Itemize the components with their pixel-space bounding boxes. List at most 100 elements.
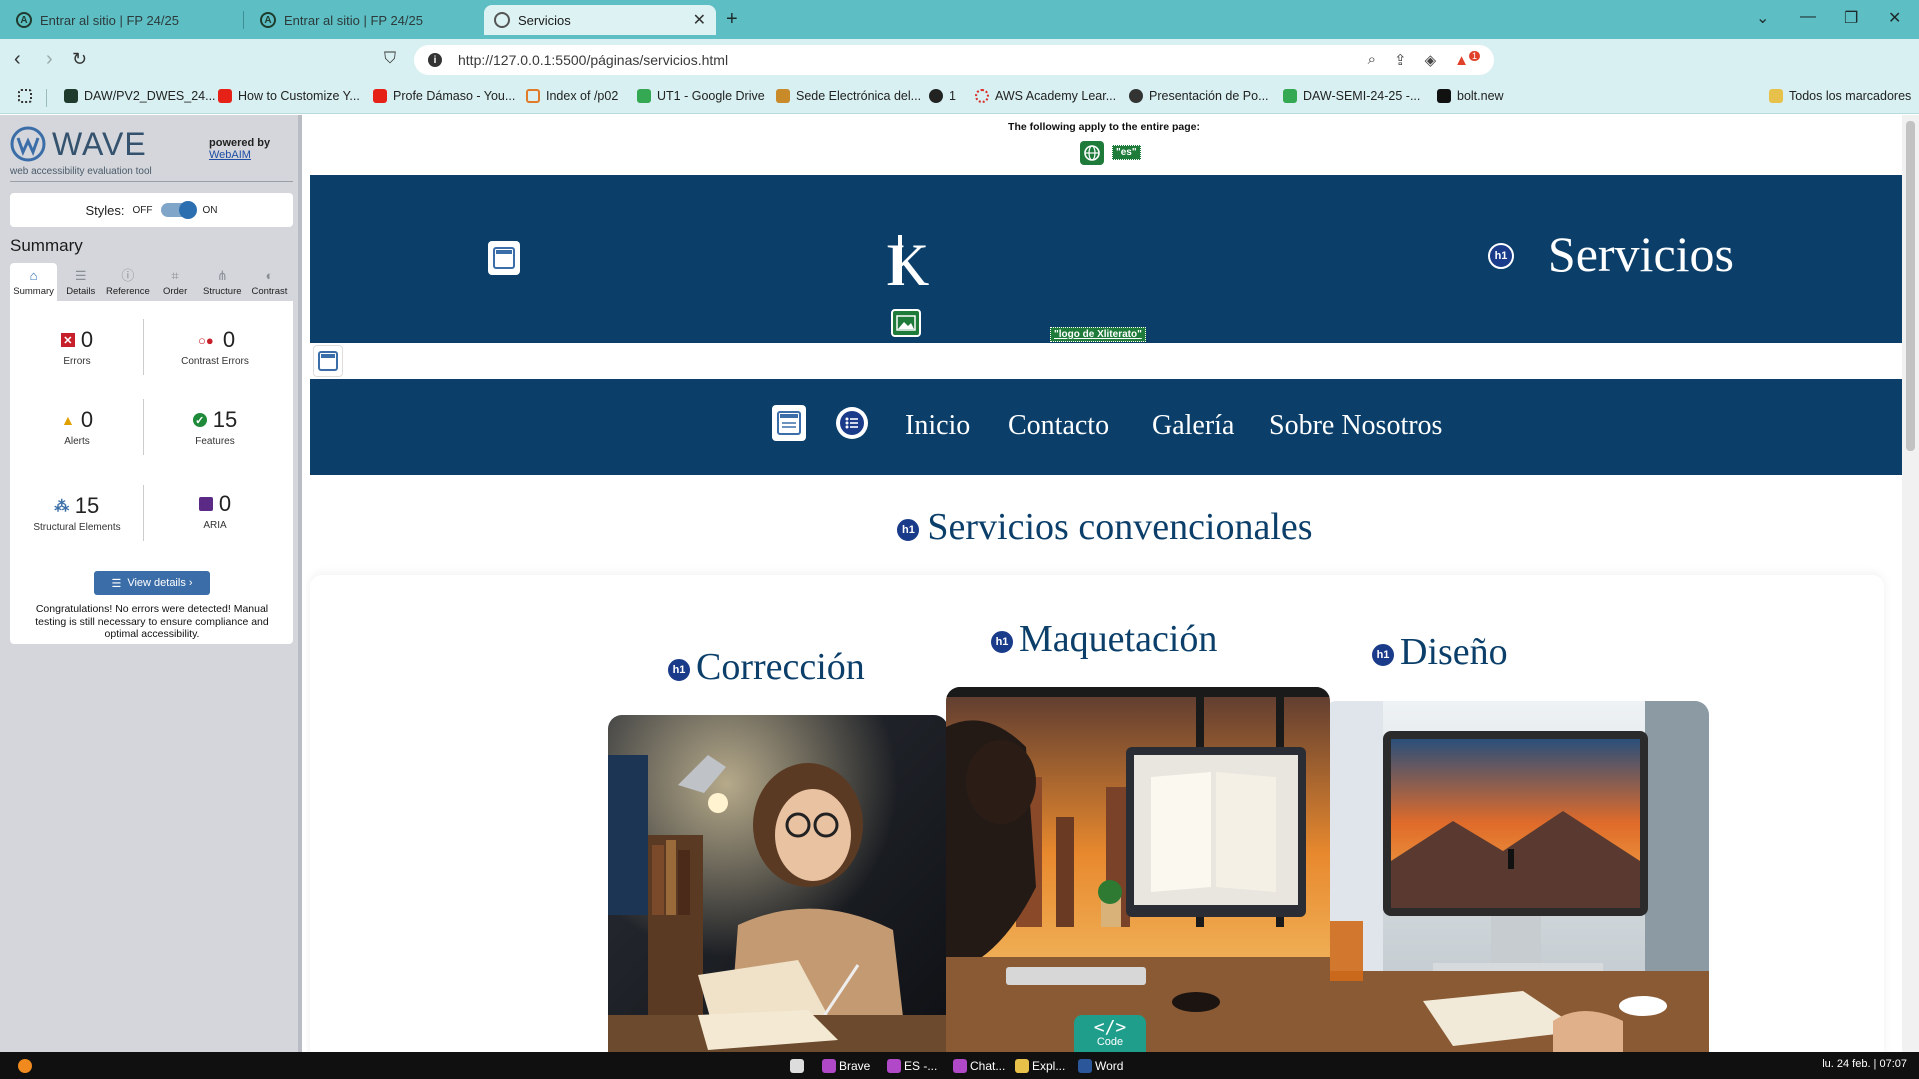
- card-title-correccion: h1 Corrección: [666, 645, 865, 689]
- tab-entrar-1[interactable]: A Entrar al sitio | FP 24/25: [6, 5, 236, 35]
- apps-grid-icon[interactable]: [18, 89, 32, 103]
- styles-toggle[interactable]: [160, 201, 197, 219]
- h1-badge: h1: [1488, 243, 1514, 269]
- svg-text:K: K: [886, 232, 929, 291]
- section-title-text: Servicios convencionales: [927, 506, 1313, 548]
- brave-rewards-icon[interactable]: ▲ 1: [1454, 51, 1480, 69]
- contrast-errors-count: 0: [222, 327, 236, 352]
- start-button[interactable]: [18, 1056, 32, 1076]
- bookmark-item[interactable]: DAW/PV2_DWES_24...: [64, 89, 216, 103]
- features-label: Features: [195, 436, 235, 447]
- bookmark-item[interactable]: UT1 - Google Drive: [637, 89, 765, 103]
- bookmark-item[interactable]: Profe Dámaso - You...: [373, 89, 515, 103]
- bookmark-separator: [46, 89, 47, 107]
- bookmark-label: UT1 - Google Drive: [657, 89, 765, 103]
- view-details-label: View details ›: [127, 577, 193, 589]
- stat-features[interactable]: ✓ 15 Features: [150, 407, 280, 447]
- webaim-link[interactable]: WebAIM: [209, 149, 251, 161]
- tab-details[interactable]: ☰ Details: [57, 263, 104, 301]
- forward-button[interactable]: ›: [46, 48, 53, 71]
- list-structure-icon[interactable]: [836, 407, 868, 439]
- code-button[interactable]: </> Code: [1074, 1015, 1146, 1052]
- zoom-icon[interactable]: ⌕: [1368, 51, 1376, 69]
- stat-aria[interactable]: 0 ARIA: [150, 491, 280, 531]
- bookmark-item[interactable]: Sede Electrónica del...: [776, 89, 921, 103]
- bookmark-item[interactable]: How to Customize Y...: [218, 89, 360, 103]
- bookmark-item[interactable]: DAW-SEMI-24-25 -...: [1283, 89, 1420, 103]
- url-actions: ⌕ ⇪ ◈ ▲ 1: [1368, 51, 1480, 69]
- aria-icon: [198, 497, 213, 511]
- tab-label: Reference: [106, 286, 150, 297]
- card-title-maquetacion: h1 Maquetación: [989, 617, 1217, 661]
- wave-logo: WAVE web accessibility evaluation tool: [10, 126, 152, 177]
- site-info-icon[interactable]: i: [428, 53, 442, 67]
- card-title-diseno: h1 Diseño: [1370, 630, 1508, 674]
- tab-summary[interactable]: ⌂ Summary: [10, 263, 58, 301]
- close-window-button[interactable]: ✕: [1888, 8, 1901, 28]
- brave-icon: [887, 1059, 901, 1073]
- tab-search-chevron-icon[interactable]: ⌄: [1756, 8, 1769, 28]
- nav-structure-icon[interactable]: [772, 405, 806, 441]
- github-icon: [929, 89, 943, 103]
- home-icon: ⌂: [29, 268, 38, 283]
- tab-servicios[interactable]: Servicios ✕: [484, 5, 716, 35]
- tab-label: Summary: [13, 286, 54, 297]
- tab-reference[interactable]: ⓘ Reference: [104, 263, 151, 301]
- minimize-button[interactable]: —: [1800, 8, 1816, 26]
- stat-errors[interactable]: ✕ 0 Errors: [12, 327, 142, 367]
- share-icon[interactable]: ⇪: [1394, 51, 1407, 69]
- wave-tabs: ⌂ Summary ☰ Details ⓘ Reference ⌗ Order ⋔ Str…: [10, 263, 293, 301]
- bookmark-item[interactable]: bolt.new: [1437, 89, 1504, 103]
- close-tab-icon[interactable]: ✕: [693, 10, 706, 30]
- bookmark-item[interactable]: 1: [929, 89, 956, 103]
- taskbar-word[interactable]: Word: [1078, 1056, 1123, 1076]
- taskbar-brave[interactable]: Brave: [822, 1056, 870, 1076]
- nav-link-sobre-nosotros[interactable]: Sobre Nosotros: [1269, 410, 1442, 442]
- brave-icon: [822, 1059, 836, 1073]
- youtube-icon: [218, 89, 232, 103]
- system-clock: lu. 24 feb. | 07:07: [1822, 1058, 1907, 1070]
- all-bookmarks[interactable]: Todos los marcadores: [1769, 89, 1911, 103]
- bookmark-item[interactable]: AWS Academy Lear...: [975, 89, 1116, 103]
- taskbar-es[interactable]: ES -...: [887, 1056, 937, 1076]
- error-icon: ✕: [60, 333, 75, 347]
- card-title-text: Diseño: [1400, 631, 1508, 673]
- view-details-button[interactable]: ☰ View details ›: [94, 571, 210, 595]
- restore-button[interactable]: ❐: [1844, 8, 1858, 28]
- taskbar-chat[interactable]: Chat...: [953, 1056, 1005, 1076]
- taskbar-desktop[interactable]: [790, 1056, 804, 1076]
- nav-link-contacto[interactable]: Contacto: [1008, 410, 1109, 442]
- alerts-count: 0: [80, 407, 94, 432]
- new-tab-button[interactable]: +: [726, 8, 738, 31]
- nav-link-galeria[interactable]: Galería: [1152, 410, 1234, 442]
- back-button[interactable]: ‹: [14, 48, 21, 71]
- stat-alerts[interactable]: ▲ 0 Alerts: [12, 407, 142, 447]
- header-structure-icon[interactable]: [488, 241, 520, 275]
- taskbar-explorer[interactable]: Expl...: [1015, 1056, 1065, 1076]
- url-field[interactable]: i http://127.0.0.1:5500/páginas/servicio…: [414, 45, 1494, 75]
- structure-icon: ⋔: [216, 268, 228, 283]
- language-feature-icon[interactable]: [1080, 141, 1104, 165]
- tab-structure[interactable]: ⋔ Structure: [199, 263, 246, 301]
- bookmark-item[interactable]: Presentación de Po...: [1129, 89, 1269, 103]
- folder-icon: [1769, 89, 1783, 103]
- stat-contrast-errors[interactable]: ○● 0 Contrast Errors: [150, 327, 280, 367]
- bookmark-icon[interactable]: ⛉: [384, 50, 396, 68]
- tab-order[interactable]: ⌗ Order: [152, 263, 199, 301]
- bookmark-label: DAW/PV2_DWES_24...: [84, 89, 216, 103]
- reload-button[interactable]: ↻: [72, 49, 87, 70]
- brave-shields-icon[interactable]: ◈: [1425, 51, 1437, 69]
- main-structure-icon[interactable]: [313, 345, 343, 377]
- card-title-text: Corrección: [696, 646, 865, 688]
- tab-entrar-2[interactable]: A Entrar al sitio | FP 24/25: [250, 5, 480, 35]
- nav-link-inicio[interactable]: Inicio: [905, 410, 970, 442]
- tab-title: Entrar al sitio | FP 24/25: [284, 12, 423, 28]
- scrollbar-thumb[interactable]: [1906, 121, 1915, 451]
- bookmark-item[interactable]: Index of /p02: [526, 89, 618, 103]
- tab-contrast[interactable]: ◐ Contrast: [246, 263, 293, 301]
- image-alt-feature-icon[interactable]: [891, 309, 921, 337]
- stat-structural[interactable]: ⁂ 15 Structural Elements: [12, 493, 142, 533]
- bookmark-label: bolt.new: [1457, 89, 1504, 103]
- browser-tab-bar: A Entrar al sitio | FP 24/25 A Entrar al…: [0, 0, 1919, 39]
- page-scrollbar[interactable]: [1902, 115, 1919, 1052]
